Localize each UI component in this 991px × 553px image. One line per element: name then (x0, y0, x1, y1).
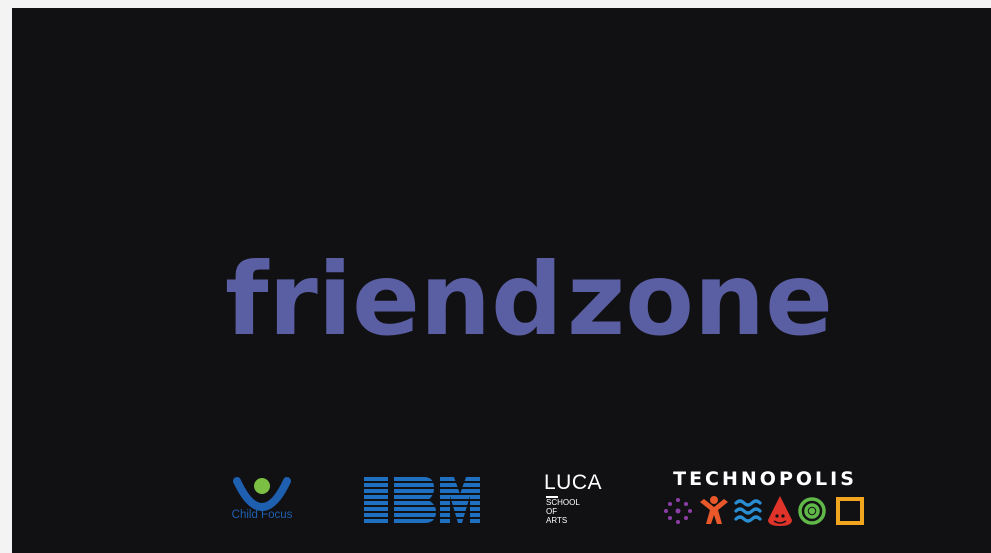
technopolis-wordmark: TECHNOPOLIS (673, 468, 857, 490)
luca-line-2: OF (546, 507, 558, 516)
child-focus-label: Child Focus (231, 509, 293, 521)
waves-icon (734, 499, 762, 523)
luca-line-1: SCHOOL (546, 498, 580, 507)
ibm-striped-logo (364, 477, 480, 523)
title-svg: friend zone (225, 248, 829, 348)
technopolis-icons (662, 494, 868, 528)
drop-icon (768, 496, 792, 526)
luca-wordmark: LUCA (544, 471, 603, 494)
luca-subtitle: SCHOOL OF ARTS (546, 498, 606, 525)
title-word-1: friend (225, 248, 563, 348)
title-word-2: zone (567, 248, 829, 348)
video-frame: friend zone Child Focus LUCA SCHOOL OF A… (12, 8, 991, 553)
technopolis-logo: TECHNOPOLIS (660, 468, 870, 530)
ibm-logo (362, 476, 480, 524)
sparkle-icon (664, 498, 692, 524)
heart-person-icon (233, 477, 291, 512)
luca-line-3: ARTS (546, 516, 568, 525)
spiral-icon (798, 497, 826, 525)
friend-zone-title: friend zone (219, 248, 829, 348)
child-focus-logo: Child Focus (225, 473, 299, 525)
square-icon (836, 497, 864, 525)
figure-icon (700, 496, 728, 524)
luca-logo: LUCA SCHOOL OF ARTS (544, 471, 624, 529)
